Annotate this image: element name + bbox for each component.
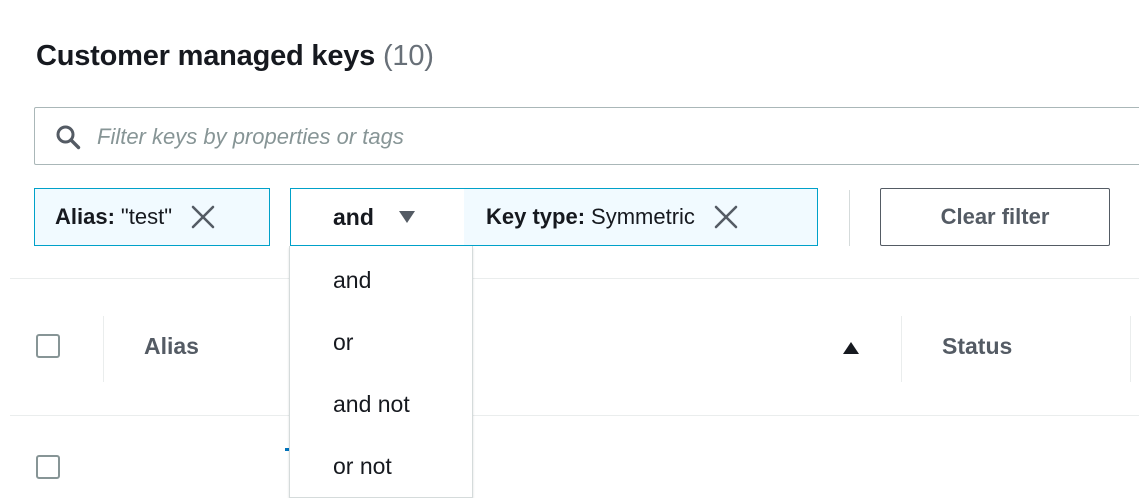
filter-token-alias: Alias: "test" — [34, 188, 270, 246]
column-separator — [1130, 316, 1131, 382]
close-icon[interactable] — [713, 204, 739, 230]
filter-search-input[interactable] — [95, 120, 999, 154]
filter-divider — [849, 190, 850, 246]
keys-panel — [10, 0, 1139, 498]
search-icon — [56, 125, 81, 150]
operator-option-or[interactable]: or — [290, 312, 472, 372]
close-icon[interactable] — [190, 204, 216, 230]
column-separator — [103, 316, 104, 382]
caret-down-icon — [398, 211, 415, 223]
filter-token-key: Key type: — [486, 204, 586, 229]
column-header-status[interactable]: Status — [942, 333, 1012, 360]
column-separator — [901, 316, 902, 382]
page-title-text: Customer managed keys — [36, 40, 376, 72]
table-header-bottom-border — [10, 415, 1139, 416]
operator-option-or-not[interactable]: or not — [290, 436, 472, 496]
column-header-alias[interactable]: Alias — [144, 333, 199, 360]
operator-select-value: and — [333, 203, 374, 230]
page-title: Customer managed keys (10) — [36, 40, 434, 73]
operator-option-and-not[interactable]: and not — [290, 374, 472, 434]
operator-dropdown-menu: and or and not or not — [289, 246, 473, 498]
filter-token-value: Symmetric — [591, 204, 695, 229]
clear-filter-button[interactable]: Clear filter — [880, 188, 1110, 246]
filter-token-key-type: Key type: Symmetric — [464, 188, 818, 246]
sort-ascending-icon[interactable] — [842, 341, 860, 355]
key-count: (10) — [382, 40, 434, 72]
row-checkbox[interactable] — [36, 455, 60, 479]
operator-option-and[interactable]: and — [290, 250, 472, 310]
select-all-checkbox[interactable] — [36, 334, 60, 358]
table-header-top-border — [10, 278, 1139, 279]
filter-token-key: Alias: — [55, 204, 115, 229]
operator-select[interactable]: and — [290, 188, 465, 246]
filter-token-value: "test" — [120, 204, 173, 229]
filter-search-box[interactable] — [34, 107, 1139, 165]
